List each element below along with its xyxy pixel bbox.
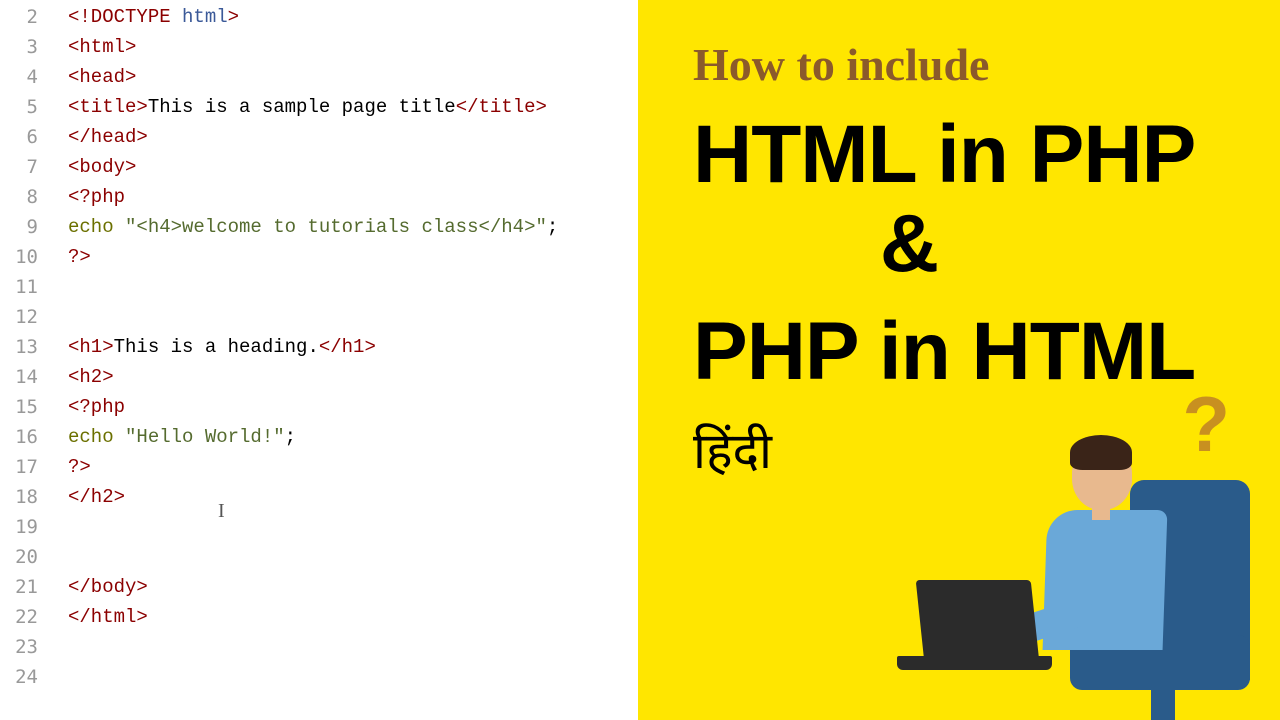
code-line: ?>	[50, 452, 638, 482]
code-line: <?php	[50, 182, 638, 212]
code-line: </head>	[50, 122, 638, 152]
code-line: <head>	[50, 62, 638, 92]
line-number: 11	[0, 272, 38, 302]
text-cursor-icon: I	[218, 500, 225, 523]
line-number: 15	[0, 392, 38, 422]
code-line	[50, 632, 638, 662]
code-line: <!DOCTYPE html>	[50, 2, 638, 32]
line-number: 21	[0, 572, 38, 602]
line-number: 2	[0, 2, 38, 32]
code-line: <h2>	[50, 362, 638, 392]
line-number: 17	[0, 452, 38, 482]
line-number: 19	[0, 512, 38, 542]
laptop-screen-shape	[916, 580, 1040, 662]
code-line	[50, 512, 638, 542]
banner-ampersand: &	[593, 200, 1225, 289]
line-number: 6	[0, 122, 38, 152]
code-line: <html>	[50, 32, 638, 62]
line-number: 23	[0, 632, 38, 662]
code-line: </h2>	[50, 482, 638, 512]
banner-subtitle: How to include	[693, 38, 1225, 91]
code-line	[50, 302, 638, 332]
code-line: <?php	[50, 392, 638, 422]
line-number: 3	[0, 32, 38, 62]
code-line: echo "Hello World!";	[50, 422, 638, 452]
code-line: <title>This is a sample page title</titl…	[50, 92, 638, 122]
line-number: 7	[0, 152, 38, 182]
line-number: 14	[0, 362, 38, 392]
code-line: </html>	[50, 602, 638, 632]
code-line	[50, 662, 638, 692]
chair-pole-shape	[1151, 680, 1175, 720]
banner-title-line-2: PHP in HTML	[693, 308, 1225, 397]
code-area[interactable]: <!DOCTYPE html> <html> <head> <title>Thi…	[50, 0, 638, 720]
line-number: 20	[0, 542, 38, 572]
laptop-base-shape	[897, 656, 1052, 670]
code-line: echo "<h4>welcome to tutorials class</h4…	[50, 212, 638, 242]
line-number: 9	[0, 212, 38, 242]
line-number: 10	[0, 242, 38, 272]
code-editor-panel: 2 3 4 5 6 7 8 9 10 11 12 13 14 15 16 17 …	[0, 0, 638, 720]
person-ear-shape	[1122, 474, 1132, 488]
line-number: 8	[0, 182, 38, 212]
person-laptop-illustration: ?	[870, 430, 1250, 720]
line-number: 16	[0, 422, 38, 452]
code-line	[50, 272, 638, 302]
line-number: 24	[0, 662, 38, 692]
code-line: </body>	[50, 572, 638, 602]
question-mark-icon: ?	[1182, 379, 1230, 470]
line-number: 18	[0, 482, 38, 512]
person-hair-shape	[1070, 435, 1132, 470]
line-number-gutter: 2 3 4 5 6 7 8 9 10 11 12 13 14 15 16 17 …	[0, 0, 50, 720]
line-number: 5	[0, 92, 38, 122]
line-number: 22	[0, 602, 38, 632]
code-line: ?>	[50, 242, 638, 272]
code-line	[50, 542, 638, 572]
code-line: <h1>This is a heading.</h1>	[50, 332, 638, 362]
line-number: 12	[0, 302, 38, 332]
line-number: 13	[0, 332, 38, 362]
banner-title-line-1: HTML in PHP	[693, 111, 1225, 200]
banner-panel: How to include HTML in PHP & PHP in HTML…	[638, 0, 1280, 720]
line-number: 4	[0, 62, 38, 92]
code-line: <body>	[50, 152, 638, 182]
